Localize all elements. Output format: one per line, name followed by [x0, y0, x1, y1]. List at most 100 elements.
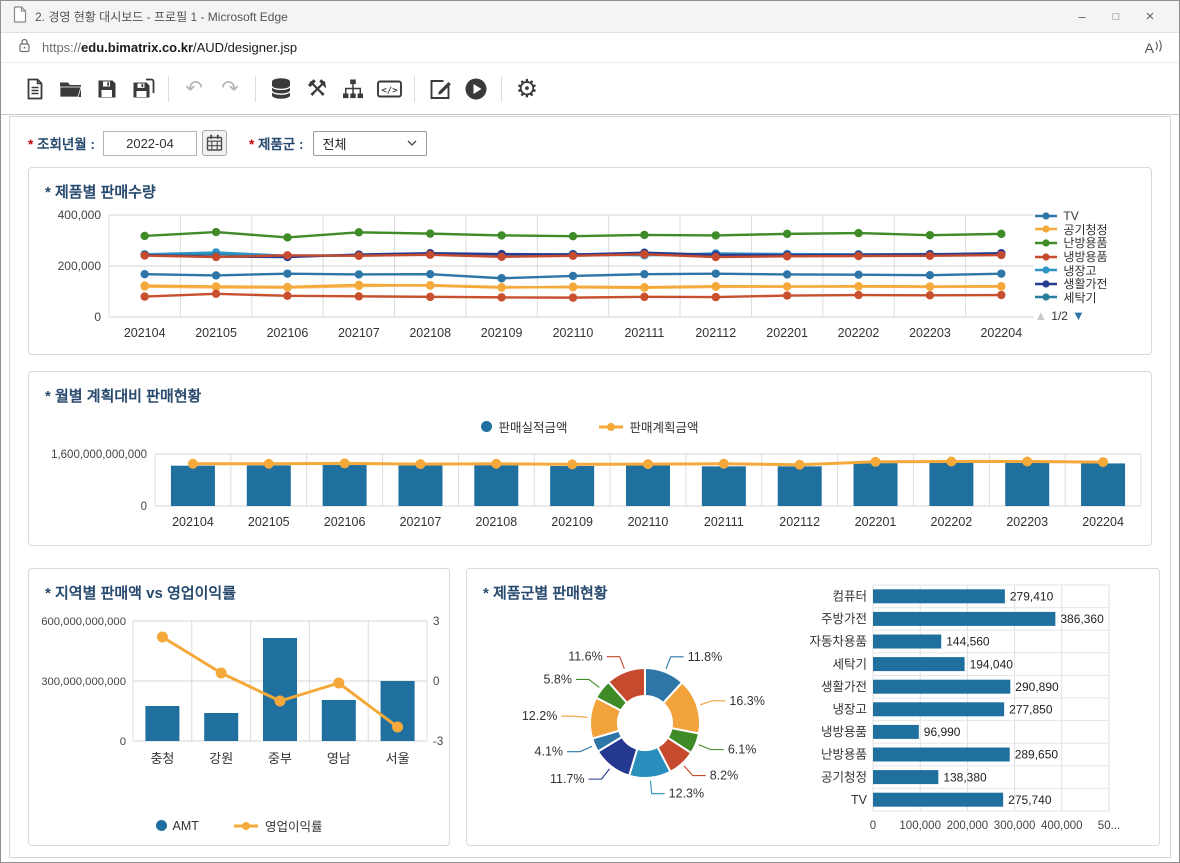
legend-item-냉방용품[interactable]: 냉방용품 [1034, 250, 1145, 263]
svg-text:202107: 202107 [338, 326, 380, 340]
hbar-난방용품 [873, 747, 1010, 762]
address-url[interactable]: https://edu.bimatrix.co.kr/AUD/designer.… [42, 40, 297, 55]
save-button[interactable] [89, 71, 125, 107]
date-filter-label: * 조회년월 : [28, 137, 95, 152]
svg-text:영남: 영남 [327, 751, 351, 766]
svg-text:16.3%: 16.3% [729, 694, 764, 708]
title-bar: 2. 경영 현황 대시보드 - 프로필 1 - Microsoft Edge –… [1, 1, 1179, 33]
calendar-button[interactable] [201, 130, 227, 156]
svg-text:50...: 50... [1098, 820, 1120, 832]
donut-slices[interactable] [589, 666, 701, 779]
close-button[interactable]: × [1133, 3, 1167, 31]
svg-text:컴퓨터: 컴퓨터 [832, 590, 867, 604]
svg-text:6.1%: 6.1% [728, 743, 757, 757]
legend-item-영업이익률[interactable]: 영업이익률 [233, 816, 322, 835]
database-button[interactable] [263, 71, 299, 107]
legend-prev-page-icon[interactable]: ▲ [1034, 308, 1047, 323]
panel-title: * 지역별 판매액 vs 영업이익률 [45, 585, 236, 602]
panel-title: * 제품군별 판매현황 [483, 585, 608, 602]
svg-text:3: 3 [433, 616, 439, 628]
panel-region-sales-vs-profit: * 지역별 판매액 vs 영업이익률 0 300,000,000,000 600,0… [28, 568, 450, 846]
series-공기청정[interactable] [140, 280, 1006, 292]
chevron-down-icon [407, 140, 416, 146]
series-AMT[interactable] [145, 638, 415, 741]
save-as-button[interactable] [125, 71, 161, 107]
svg-text:202112: 202112 [779, 515, 820, 529]
svg-text:600,000,000,000: 600,000,000,000 [41, 616, 126, 628]
legend-dot-icon [481, 421, 493, 432]
legend-item-난방용품[interactable]: 난방용품 [1034, 236, 1145, 250]
svg-text:202201: 202201 [855, 515, 897, 529]
legend-dot-icon [155, 820, 167, 831]
lock-icon[interactable] [17, 37, 32, 58]
svg-text:난방용품: 난방용품 [821, 748, 867, 762]
window-controls: – □ × [1065, 3, 1167, 31]
region-combo-chart[interactable]: 0 300,000,000,000 600,000,000,000 3 0 -3 충청 강원 중… [29, 606, 449, 808]
open-folder-button[interactable] [53, 71, 89, 107]
series-냉방용품[interactable] [140, 250, 1006, 262]
panel-product-group-sales: * 제품군별 판매현황 11.8% 16.3% 6.1% 8.2% 12.3% 11.7%… [466, 568, 1160, 846]
legend-item-AMT[interactable]: AMT [155, 819, 199, 833]
legend-item-TV[interactable]: TV [1034, 209, 1145, 223]
hbar-TV [873, 792, 1004, 807]
svg-text:100,000: 100,000 [899, 820, 941, 832]
url-scheme: https:// [42, 40, 82, 55]
toolbar-separator [168, 75, 169, 102]
legend-item-공기청정[interactable]: 공기청정 [1034, 223, 1145, 236]
svg-text:290,890: 290,890 [1015, 680, 1059, 694]
series-난방용품[interactable] [140, 227, 1006, 242]
page-icon [13, 5, 27, 28]
svg-text:194,040: 194,040 [970, 657, 1014, 671]
url-bar[interactable]: https://edu.bimatrix.co.kr/AUD/designer.… [1, 33, 1179, 63]
legend-marker-icon [1035, 293, 1058, 301]
url-domain: edu.bimatrix.co.kr [81, 40, 194, 55]
legend-marker-icon [1035, 280, 1058, 288]
toolbar-separator [501, 75, 502, 102]
svg-text:TV: TV [851, 793, 868, 807]
edit-button[interactable] [422, 71, 458, 107]
legend-item-세탁기[interactable]: 세탁기 [1034, 291, 1145, 304]
hbar-주방가전 [873, 611, 1056, 626]
code-button[interactable]: </> [371, 71, 407, 107]
dashboard-frame: * 조회년월 : * 제품군 : 전체 * 제품별 판매수량 0 200,000 4… [9, 116, 1171, 858]
series-판매실적금액[interactable] [170, 462, 1126, 506]
svg-text:202108: 202108 [409, 326, 451, 340]
product-select[interactable]: 전체 [312, 130, 427, 156]
product-line-chart[interactable]: 0 200,000 400,000 202104 202105 202106 202107 2… [39, 205, 1035, 353]
maximize-button[interactable]: □ [1099, 3, 1133, 31]
product-donut-chart[interactable]: 11.8% 16.3% 6.1% 8.2% 12.3% 11.7% 4.1% 12.2% 5.8… [475, 593, 807, 843]
new-document-button[interactable] [17, 71, 53, 107]
svg-text:12.3%: 12.3% [669, 787, 704, 801]
designer-toolbar: ↶ ↷ ⚒ </> ⚙ [1, 63, 1179, 115]
svg-text:주방가전: 주방가전 [821, 612, 867, 626]
date-input[interactable] [102, 130, 197, 156]
svg-text:0: 0 [120, 736, 126, 748]
redo-button: ↷ [221, 77, 239, 100]
svg-text:200,000: 200,000 [947, 820, 989, 832]
legend-item-판매실적금액[interactable]: 판매실적금액 [481, 417, 568, 436]
svg-text:202108: 202108 [475, 515, 517, 529]
svg-text:8.2%: 8.2% [710, 769, 739, 783]
legend-item-냉장고[interactable]: 냉장고 [1034, 263, 1145, 277]
product-hbar-chart[interactable]: 0 100,000 200,000 300,000 400,000 50... 컴퓨터 279… [807, 577, 1155, 843]
read-aloud-icon[interactable]: A [1145, 40, 1163, 56]
monthly-plan-chart[interactable]: 0 1,600,000,000,000 202104 202105 202106 2021… [29, 442, 1151, 542]
svg-text:세탁기: 세탁기 [832, 657, 867, 671]
hbar-공기청정 [873, 770, 939, 785]
minimize-button[interactable]: – [1065, 3, 1099, 31]
browser-window: 2. 경영 현황 대시보드 - 프로필 1 - Microsoft Edge –… [0, 0, 1180, 863]
series-TV[interactable] [140, 269, 1006, 283]
hbar-냉방용품 [873, 724, 919, 739]
hierarchy-button[interactable] [335, 71, 371, 107]
svg-text:5.8%: 5.8% [543, 672, 572, 686]
tools-button[interactable]: ⚒ [299, 71, 335, 107]
legend-item-판매계획금액[interactable]: 판매계획금액 [598, 417, 699, 436]
toolbar-separator [255, 75, 256, 102]
settings-button[interactable]: ⚙ [509, 71, 545, 107]
svg-text:138,380: 138,380 [943, 770, 987, 784]
svg-text:202203: 202203 [1006, 515, 1048, 529]
legend-item-생활가전[interactable]: 생활가전 [1034, 277, 1145, 291]
run-button[interactable] [458, 71, 494, 107]
hbar-생활가전 [873, 679, 1011, 694]
legend-next-page-icon[interactable]: ▼ [1072, 308, 1085, 323]
